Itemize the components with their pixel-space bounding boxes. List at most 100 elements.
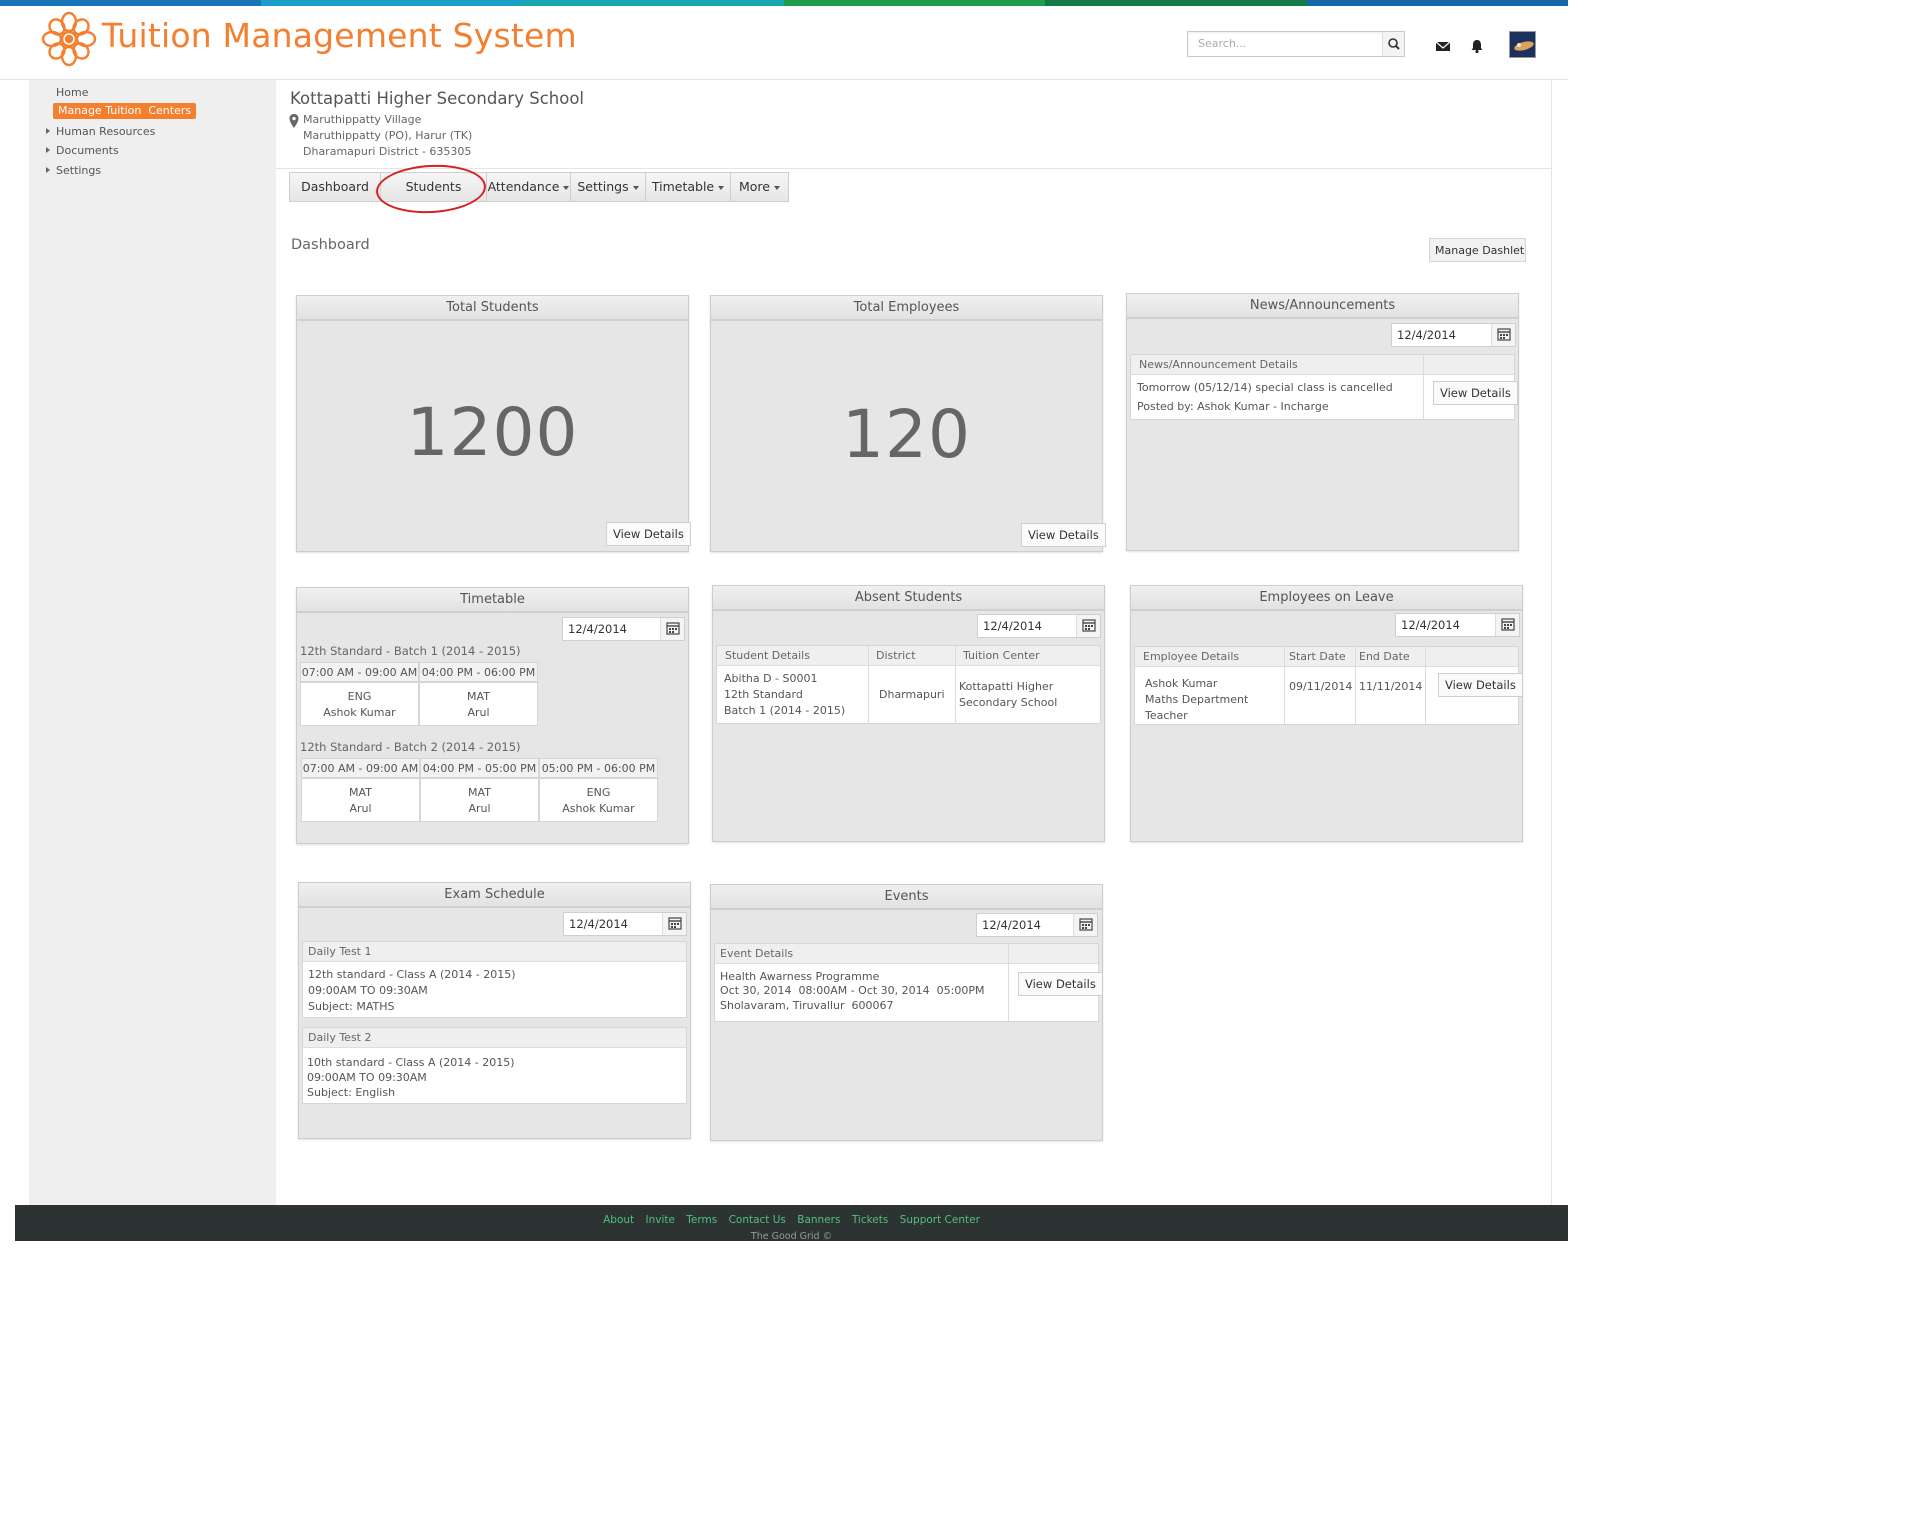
date-input[interactable] (569, 917, 649, 931)
calendar-button[interactable] (660, 618, 684, 640)
timetable-panel: Timetable 12th Standard - Batch 1 (2014 … (296, 587, 689, 844)
sidebar-item-documents[interactable]: Documents (46, 144, 119, 157)
tab-students[interactable]: Students (381, 173, 487, 201)
caret-right-icon (46, 128, 50, 134)
calendar-button[interactable] (1073, 914, 1097, 936)
dropdown-arrow-icon (563, 185, 570, 190)
sidebar-item-home[interactable]: Home (56, 86, 88, 99)
footer-link-banners[interactable]: Banners (797, 1214, 840, 1226)
view-details-button[interactable]: View Details (1438, 673, 1523, 697)
avatar-image-icon (1510, 32, 1535, 57)
date-input[interactable] (1397, 328, 1477, 342)
total-employees-count: 120 (842, 396, 971, 473)
tab-timetable[interactable]: Timetable (646, 173, 731, 201)
employees-on-leave-panel: Employees on Leave Employee Details Star… (1130, 585, 1523, 842)
calendar-button[interactable] (1495, 614, 1519, 636)
timetable-cell[interactable]: ENG Ashok Kumar (539, 778, 658, 822)
timetable-cell[interactable]: MAT Arul (301, 778, 420, 822)
calendar-button[interactable] (1491, 324, 1515, 346)
column-header: District (868, 646, 955, 666)
tab-dashboard[interactable]: Dashboard (290, 173, 381, 201)
view-details-button[interactable]: View Details (1433, 381, 1518, 405)
sidebar-item-human-resources[interactable]: Human Resources (46, 125, 155, 138)
teacher-name: Arul (349, 801, 372, 815)
date-input[interactable] (983, 619, 1063, 633)
employee-detail: Ashok Kumar (1145, 677, 1218, 690)
tuition-center: Kottapatti Higher (959, 680, 1054, 693)
teacher-name: Ashok Kumar (562, 801, 635, 815)
app-header: Tuition Management System (0, 6, 1568, 80)
subject-code: MAT (467, 690, 490, 703)
leave-date-picker[interactable] (1395, 613, 1520, 637)
exam-detail: Subject: English (307, 1086, 396, 1099)
subject-code: ENG (347, 690, 372, 703)
events-panel: Events Event Details Health Awarness Pro… (710, 884, 1103, 1141)
timetable-cell[interactable]: MAT Arul (419, 682, 538, 726)
timetable-cell[interactable]: ENG Ashok Kumar (300, 682, 419, 726)
search-input[interactable] (1198, 37, 1378, 50)
view-details-button[interactable]: View Details (606, 522, 691, 546)
manage-dashlets-button[interactable]: Manage Dashlets (1429, 238, 1526, 262)
calendar-icon (668, 917, 682, 930)
sidebar: Home Manage Tuition Centers Human Resour… (29, 80, 276, 1205)
sidebar-item-settings[interactable]: Settings (46, 164, 102, 177)
search-box[interactable] (1187, 31, 1405, 57)
news-panel: News/Announcements News/Announcement Det… (1126, 293, 1519, 551)
calendar-icon (1501, 618, 1515, 631)
view-details-button[interactable]: View Details (1018, 972, 1103, 996)
teacher-name: Arul (467, 705, 490, 719)
sidebar-item-label: Manage Tuition Centers (58, 104, 192, 117)
search-button[interactable] (1382, 32, 1404, 56)
dropdown-arrow-icon (632, 185, 639, 190)
absent-students-panel: Absent Students Student Details District… (712, 585, 1105, 842)
date-input[interactable] (982, 918, 1062, 932)
footer-link-invite[interactable]: Invite (645, 1214, 674, 1226)
news-date-picker[interactable] (1391, 323, 1516, 347)
absent-date-picker[interactable] (977, 614, 1101, 638)
news-posted-by: Posted by: Ashok Kumar - Incharge (1137, 400, 1329, 413)
exam-item[interactable]: Daily Test 1 12th standard - Class A (20… (302, 941, 687, 1018)
exam-name: Daily Test 1 (303, 942, 686, 962)
timetable-cell[interactable]: MAT Arul (420, 778, 539, 822)
footer-link-tickets[interactable]: Tickets (852, 1214, 889, 1226)
view-details-button[interactable]: View Details (1021, 523, 1106, 547)
footer-link-contact-us[interactable]: Contact Us (729, 1214, 786, 1226)
panel-title: Events (711, 885, 1102, 910)
subject-code: MAT (349, 786, 372, 799)
tab-settings[interactable]: Settings (571, 173, 646, 201)
student-detail: 12th Standard (724, 688, 803, 701)
avatar[interactable] (1509, 31, 1536, 58)
employee-detail: Maths Department (1145, 693, 1249, 706)
column-divider (868, 646, 869, 723)
mail-icon[interactable] (1435, 38, 1451, 54)
calendar-button[interactable] (1076, 615, 1100, 637)
sidebar-item-label: Home (56, 86, 89, 99)
absent-students-table: Student Details District Tuition Center … (716, 645, 1101, 724)
footer-link-about[interactable]: About (603, 1214, 634, 1226)
sidebar-item-manage-tuition-centers[interactable]: Manage Tuition Centers (53, 103, 197, 119)
timetable-date-picker[interactable] (562, 617, 685, 641)
address-line: Maruthippatty (PO), Harur (TK) (303, 129, 473, 142)
footer-link-support-center[interactable]: Support Center (900, 1214, 980, 1226)
address-line: Dharamapuri District - 635305 (303, 145, 472, 158)
leave-end-date: 11/11/2014 (1359, 680, 1423, 693)
bell-icon[interactable] (1469, 38, 1485, 54)
date-input[interactable] (568, 622, 648, 636)
tab-more[interactable]: More (731, 173, 788, 201)
dropdown-arrow-icon (774, 185, 780, 190)
footer-link-terms[interactable]: Terms (686, 1214, 717, 1226)
panel-title: Total Employees (711, 296, 1102, 321)
exam-item[interactable]: Daily Test 2 10th standard - Class A (20… (302, 1027, 687, 1104)
app-title: Tuition Management System (102, 16, 577, 55)
calendar-button[interactable] (662, 913, 686, 935)
tab-attendance[interactable]: Attendance (487, 173, 571, 201)
subject-code: ENG (586, 786, 611, 799)
column-header: News/Announcement Details (1131, 355, 1423, 375)
exam-date-picker[interactable] (563, 912, 687, 936)
events-date-picker[interactable] (976, 913, 1098, 937)
time-slot-header: 05:00 PM - 06:00 PM (539, 758, 658, 778)
panel-title: Timetable (297, 588, 688, 613)
time-slot-header: 04:00 PM - 06:00 PM (419, 662, 538, 682)
date-input[interactable] (1401, 618, 1481, 632)
sidebar-item-label: Settings (56, 164, 102, 177)
